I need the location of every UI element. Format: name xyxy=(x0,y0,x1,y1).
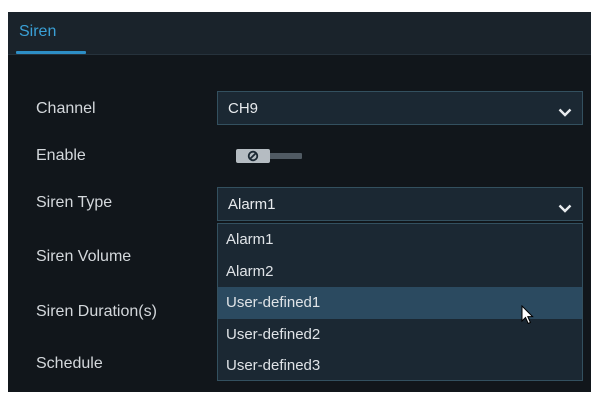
siren-duration-label: Siren Duration(s) xyxy=(36,303,157,320)
chevron-down-icon xyxy=(558,104,572,122)
dropdown-option[interactable]: User-defined3 xyxy=(218,350,582,382)
siren-type-select-value: Alarm1 xyxy=(228,196,276,213)
schedule-label: Schedule xyxy=(36,355,103,372)
dropdown-option-label: User-defined2 xyxy=(226,326,321,343)
tab-siren-label: Siren xyxy=(19,23,57,40)
tab-bar: Siren xyxy=(8,12,591,55)
enable-label: Enable xyxy=(36,147,86,164)
channel-label: Channel xyxy=(36,100,96,117)
channel-select-value: CH9 xyxy=(228,100,259,117)
enable-toggle[interactable] xyxy=(236,149,306,163)
settings-panel: Siren Channel CH9 Enable Siren Type Alar… xyxy=(8,12,591,392)
tab-siren[interactable]: Siren xyxy=(16,12,86,54)
dropdown-option[interactable]: Alarm1 xyxy=(218,224,582,256)
toggle-knob xyxy=(236,149,270,163)
dropdown-option-label: User-defined3 xyxy=(226,357,321,374)
dropdown-option[interactable]: Alarm2 xyxy=(218,256,582,288)
dropdown-option-label: Alarm1 xyxy=(226,231,274,248)
tab-active-indicator xyxy=(16,51,86,54)
dropdown-option-label: User-defined1 xyxy=(226,294,321,311)
siren-type-dropdown-list: Alarm1 Alarm2 User-defined1 User-defined… xyxy=(217,223,583,381)
power-off-icon xyxy=(247,150,259,162)
siren-type-label: Siren Type xyxy=(36,194,113,211)
dropdown-option-label: Alarm2 xyxy=(226,263,274,280)
chevron-down-icon xyxy=(558,200,572,218)
siren-type-select[interactable]: Alarm1 xyxy=(217,187,583,221)
mouse-pointer-icon xyxy=(521,305,534,325)
channel-select[interactable]: CH9 xyxy=(217,91,583,125)
siren-volume-label: Siren Volume xyxy=(36,248,132,265)
